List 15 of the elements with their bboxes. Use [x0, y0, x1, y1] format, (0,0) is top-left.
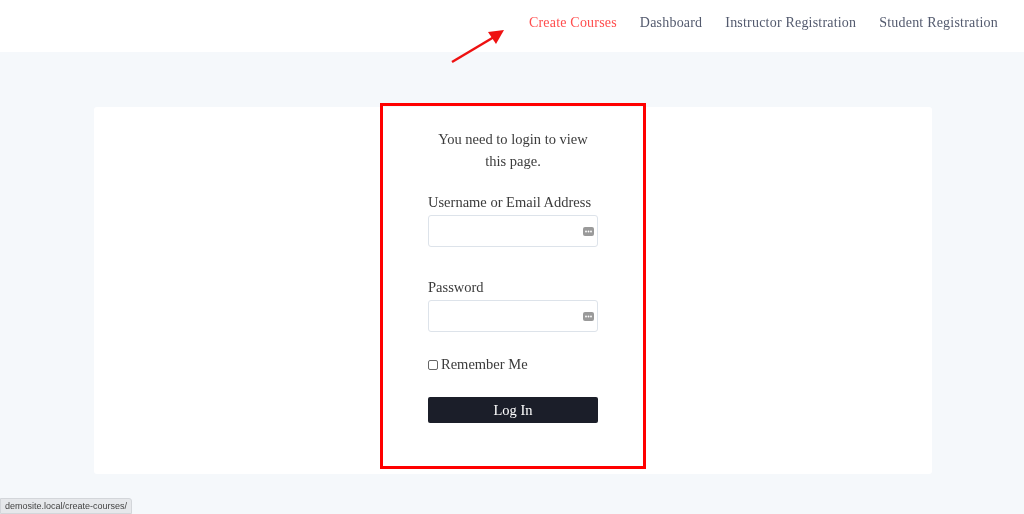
- login-message: You need to login to view this page.: [437, 130, 589, 171]
- nav-link[interactable]: Instructor Registration: [725, 15, 857, 31]
- nav-link[interactable]: Student Registration: [879, 15, 998, 31]
- field-label: Username or Email Address: [428, 194, 593, 211]
- status-url: demosite.local/create-courses/: [0, 498, 133, 514]
- password-field[interactable]: [428, 300, 598, 332]
- login-button[interactable]: Log In: [428, 397, 598, 423]
- password-manager-icon[interactable]: [583, 311, 594, 321]
- field-label: Password: [428, 279, 485, 296]
- remember-checkbox[interactable]: [428, 359, 438, 370]
- password-manager-icon[interactable]: [583, 226, 594, 236]
- annotation-arrow: [450, 28, 506, 64]
- nav-link[interactable]: Dashboard: [639, 15, 703, 31]
- remember-label: Remember Me: [441, 356, 528, 373]
- username-field[interactable]: [428, 215, 598, 247]
